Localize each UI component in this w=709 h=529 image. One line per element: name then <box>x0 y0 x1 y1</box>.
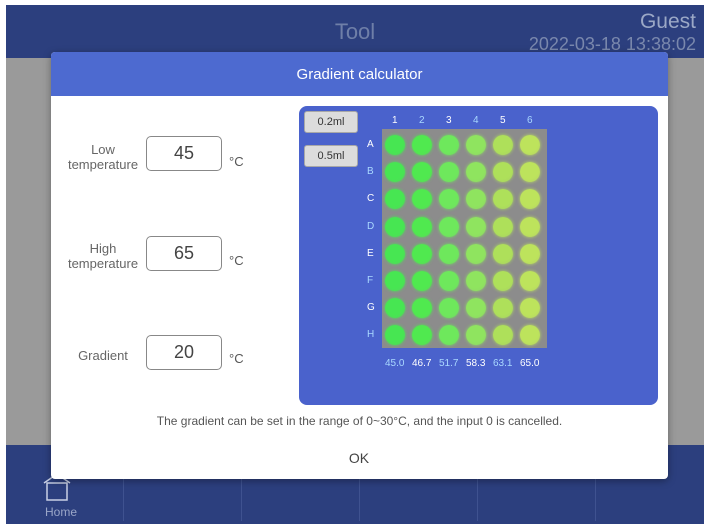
column-label: 2 <box>419 115 425 126</box>
row-label: E <box>367 247 374 259</box>
row-label: B <box>367 166 374 178</box>
column-label: 6 <box>527 115 533 126</box>
column-label: 1 <box>392 115 398 126</box>
high-label-line2: temperature <box>67 256 139 271</box>
row-label: F <box>367 275 374 286</box>
user-name: Guest <box>639 10 696 33</box>
well[interactable] <box>385 216 405 237</box>
well[interactable] <box>439 216 459 237</box>
column-temperature: 46.7 <box>412 358 432 369</box>
well[interactable] <box>412 271 432 291</box>
well[interactable] <box>385 135 405 155</box>
gradient-unit: °C <box>229 351 244 366</box>
well[interactable] <box>412 216 432 237</box>
dialog-header: Gradient calculator <box>51 52 668 96</box>
top-bar: Tool Guest 2022-03-18 13:38:02 <box>6 5 704 58</box>
low-temperature-input[interactable] <box>146 136 222 171</box>
well[interactable] <box>520 243 540 264</box>
well[interactable] <box>493 216 513 237</box>
well[interactable] <box>439 243 459 264</box>
well[interactable] <box>466 271 486 291</box>
well[interactable] <box>493 135 513 155</box>
nav-slot[interactable] <box>595 473 704 521</box>
low-temperature-unit: °C <box>229 154 244 169</box>
column-temperature: 58.3 <box>466 358 486 369</box>
well[interactable] <box>412 135 432 155</box>
high-temperature-label: High temperature <box>65 241 141 271</box>
column-temperature: 45.0 <box>385 358 405 369</box>
nav-slot[interactable] <box>241 473 359 521</box>
gradient-input[interactable] <box>146 335 222 370</box>
tube-0-2ml-button[interactable]: 0.2ml <box>304 111 358 133</box>
row-label: G <box>367 302 375 314</box>
well[interactable] <box>493 271 513 291</box>
well[interactable] <box>466 216 486 237</box>
well[interactable] <box>385 271 405 291</box>
well[interactable] <box>385 243 405 264</box>
high-label-line1: High <box>89 241 117 256</box>
nav-slot[interactable] <box>359 473 477 521</box>
low-label-line2: temperature <box>67 157 139 172</box>
column-label: 3 <box>446 115 452 126</box>
well[interactable] <box>520 271 540 291</box>
gradient-calculator-dialog: Gradient calculator Low temperature °C H… <box>51 52 668 479</box>
well[interactable] <box>439 271 459 291</box>
column-temperature: 65.0 <box>520 358 540 369</box>
column-label: 5 <box>500 115 506 126</box>
nav-slot[interactable] <box>477 473 595 521</box>
low-label-line1: Low <box>91 142 115 157</box>
nav-slot[interactable] <box>123 473 241 521</box>
well[interactable] <box>466 135 486 155</box>
ok-button[interactable]: OK <box>309 445 409 471</box>
row-label: H <box>367 329 375 341</box>
row-label: C <box>367 193 375 205</box>
well[interactable] <box>412 243 432 264</box>
gradient-range-note: The gradient can be set in the range of … <box>156 414 563 428</box>
dialog-title: Gradient calculator <box>296 66 423 83</box>
well[interactable] <box>520 216 540 237</box>
column-label: 4 <box>473 115 479 126</box>
well[interactable] <box>466 243 486 264</box>
well[interactable] <box>439 135 459 155</box>
column-temperature: 51.7 <box>439 358 459 369</box>
plate-panel: 0.2ml 0.5ml 1 2 3 4 5 6 A B C D E F G H 45.0 46.7 51.7 58… <box>299 106 658 405</box>
tube-0-5ml-button[interactable]: 0.5ml <box>304 145 358 167</box>
row-label: D <box>367 220 375 232</box>
column-temperature: 63.1 <box>493 358 513 369</box>
gradient-label: Gradient <box>78 348 128 363</box>
row-label: A <box>367 139 374 150</box>
high-temperature-unit: °C <box>229 253 244 268</box>
high-temperature-input[interactable] <box>146 236 222 271</box>
home-label[interactable]: Home <box>45 505 77 519</box>
low-temperature-label: Low temperature <box>65 142 141 172</box>
well[interactable] <box>493 243 513 264</box>
well[interactable] <box>520 135 540 155</box>
